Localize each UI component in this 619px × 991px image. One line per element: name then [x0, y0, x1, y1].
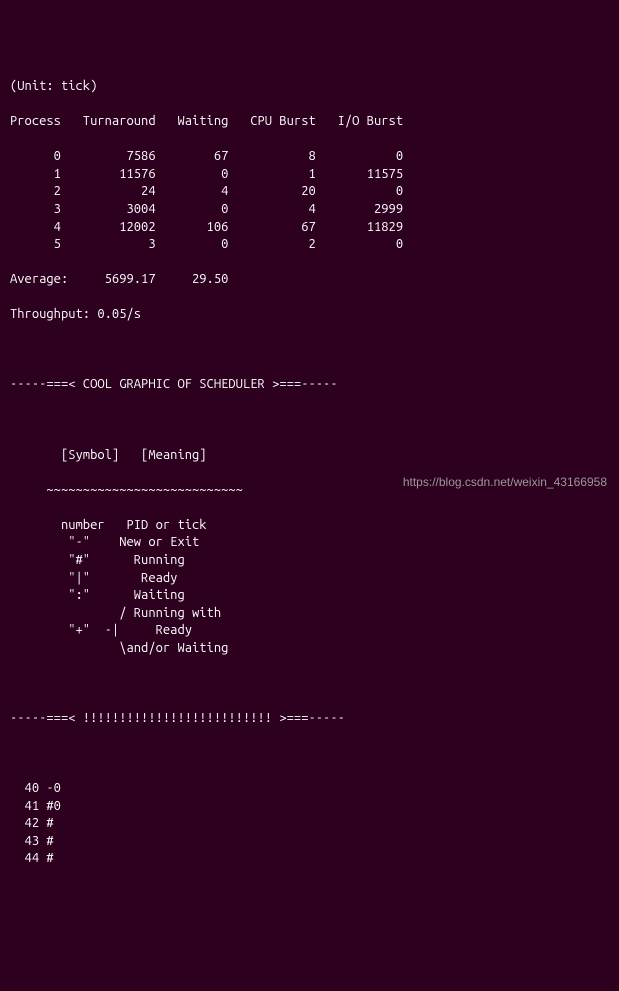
- throughput-line: Throughput: 0.05/s: [10, 306, 619, 324]
- blank-line: [10, 412, 619, 430]
- graphic-divider-bottom: -----===< !!!!!!!!!!!!!!!!!!!!!!!!!! >==…: [10, 710, 619, 728]
- watermark: https://blog.csdn.net/weixin_43166958: [403, 474, 607, 490]
- legend-line: "+" -| Ready: [10, 622, 619, 640]
- table-row: 4 12002 106 67 11829: [10, 219, 619, 237]
- legend-line: "#" Running: [10, 552, 619, 570]
- trace-line: 41 #0: [10, 798, 619, 816]
- table-row: 2 24 4 20 0: [10, 183, 619, 201]
- average-line: Average: 5699.17 29.50: [10, 271, 619, 289]
- legend-line: "|" Ready: [10, 570, 619, 588]
- table-row: 5 3 0 2 0: [10, 236, 619, 254]
- legend-line: ":" Waiting: [10, 587, 619, 605]
- legend-header: [Symbol] [Meaning]: [10, 447, 619, 465]
- table-row: 3 3004 0 4 2999: [10, 201, 619, 219]
- legend-line: "-" New or Exit: [10, 534, 619, 552]
- blank-line: [10, 745, 619, 763]
- trace-line: 43 #: [10, 833, 619, 851]
- blank-line: [10, 675, 619, 693]
- unit-line: (Unit: tick): [10, 78, 619, 96]
- legend-line: number PID or tick: [10, 517, 619, 535]
- legend-line: / Running with: [10, 605, 619, 623]
- graphic-divider-top: -----===< COOL GRAPHIC OF SCHEDULER >===…: [10, 376, 619, 394]
- legend-line: \and/or Waiting: [10, 640, 619, 658]
- blank-line: [10, 341, 619, 359]
- table-header: Process Turnaround Waiting CPU Burst I/O…: [10, 113, 619, 131]
- table-row: 1 11576 0 1 11575: [10, 166, 619, 184]
- trace-line: 44 #: [10, 850, 619, 868]
- trace-line: 42 #: [10, 815, 619, 833]
- table-row: 0 7586 67 8 0: [10, 148, 619, 166]
- trace-line: 40 -0: [10, 780, 619, 798]
